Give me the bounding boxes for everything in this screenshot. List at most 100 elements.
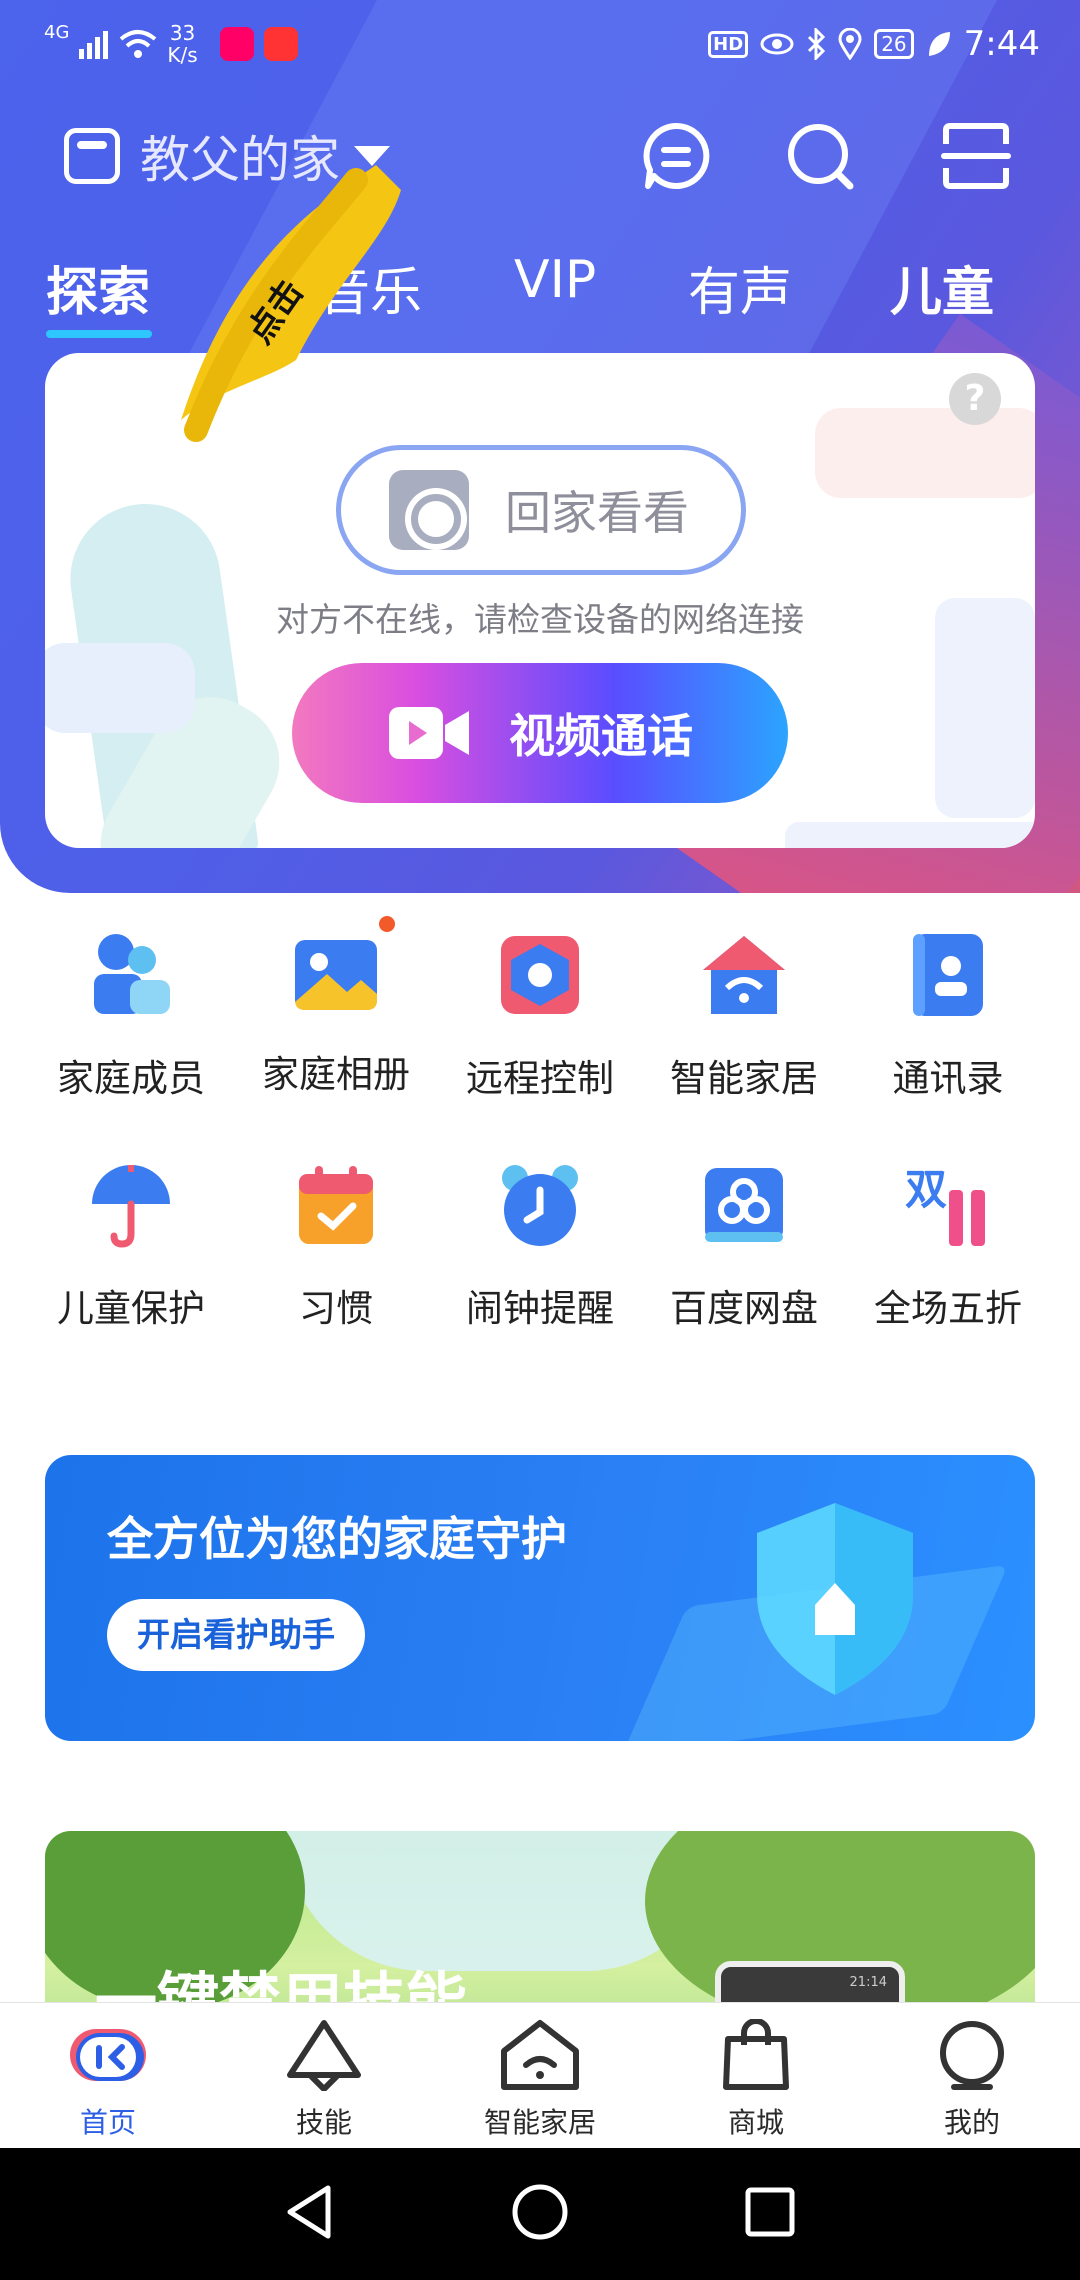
grid-item-remote-control[interactable]: 远程控制	[440, 930, 640, 1102]
net-speed-value: 33	[169, 21, 196, 45]
chat-bubble-decoration-right	[815, 408, 1035, 498]
grid-label: 远程控制	[466, 1057, 614, 1100]
grid-label: 家庭相册	[262, 1053, 410, 1096]
shield-icon	[757, 1503, 913, 1695]
camera-icon	[389, 470, 469, 550]
family-members-icon	[94, 934, 170, 1014]
search-icon[interactable]	[784, 120, 856, 192]
home-button-icon[interactable]	[510, 2182, 570, 2242]
enable-guard-button[interactable]: 开启看护助手	[107, 1599, 365, 1671]
bottom-nav: 首页 技能 智能家居 商城 我的	[0, 2002, 1080, 2148]
system-nav-bar	[0, 2148, 1080, 2280]
new-badge	[379, 916, 395, 932]
nav-smart-home[interactable]: 智能家居	[450, 2019, 630, 2141]
grid-item-alarm[interactable]: 闹钟提醒	[440, 1160, 640, 1332]
go-home-label: 回家看看	[505, 486, 689, 540]
screen: { "status_bar": { "network": "4G", "spee…	[0, 0, 1080, 2280]
grid-label: 百度网盘	[670, 1287, 818, 1330]
scan-icon[interactable]	[940, 120, 1012, 192]
top-bar: 教父的家	[0, 120, 1080, 230]
grid-label: 通讯录	[892, 1057, 1004, 1100]
hd-icon: HD	[708, 30, 749, 58]
grid-label: 智能家居	[670, 1057, 818, 1100]
profile-icon	[940, 2021, 1004, 2090]
go-home-button[interactable]: 回家看看	[336, 445, 746, 575]
alarm-icon	[502, 1165, 578, 1246]
net-speed: 33 K/s	[167, 22, 197, 66]
bluetooth-icon	[808, 28, 826, 60]
recents-icon[interactable]	[740, 2182, 800, 2242]
category-tabs: 探索 音乐 VIP 有声 儿童	[0, 250, 1080, 340]
remote-control-icon	[501, 936, 579, 1014]
signal-icon	[79, 31, 109, 59]
status-left: 4G 33 K/s	[44, 22, 298, 66]
baidu-netdisk-icon	[705, 1168, 783, 1242]
active-tab-indicator	[46, 330, 152, 338]
chat-bubble-decoration	[45, 643, 195, 733]
habit-icon	[299, 1166, 373, 1244]
double-eleven-icon: 双	[905, 1165, 985, 1246]
help-icon[interactable]: ?	[949, 373, 1001, 425]
network-label: 4G	[44, 22, 70, 43]
smart-home-nav-icon	[501, 2020, 579, 2090]
nav-mine[interactable]: 我的	[882, 2019, 1062, 2141]
video-call-button[interactable]: 视频通话	[292, 663, 788, 803]
back-icon[interactable]	[280, 2182, 340, 2242]
grid-item-family-album[interactable]: 家庭相册	[236, 916, 436, 1098]
child-protection-icon	[92, 1165, 170, 1248]
status-bar: 4G 33 K/s HD 26 7:44	[0, 0, 1080, 90]
grid-item-smart-home[interactable]: 智能家居	[644, 930, 844, 1102]
floor-decoration	[785, 822, 1035, 848]
svg-text:双: 双	[905, 1165, 947, 1214]
device-icon	[64, 128, 120, 184]
grid-item-habit[interactable]: 习惯	[236, 1160, 436, 1332]
tab-explore[interactable]: 探索	[46, 250, 150, 325]
home-icon	[70, 2029, 146, 2081]
battery-level: 26	[881, 32, 907, 56]
video-call-label: 视频通话	[509, 709, 693, 763]
nav-label: 智能家居	[483, 2106, 596, 2139]
message-icon[interactable]	[640, 120, 712, 192]
nav-label: 首页	[79, 2106, 136, 2139]
family-album-icon	[295, 940, 377, 1010]
eye-icon	[760, 33, 794, 55]
nav-home[interactable]: 首页	[18, 2019, 198, 2141]
offline-message: 对方不在线，请检查设备的网络连接	[276, 600, 804, 639]
nav-skills[interactable]: 技能	[234, 2019, 414, 2141]
grid-label: 儿童保护	[57, 1287, 205, 1330]
clock: 7:44	[963, 24, 1040, 64]
location-icon	[838, 28, 862, 60]
guard-banner-title: 全方位为您的家庭守护	[107, 1512, 567, 1566]
nav-store[interactable]: 商城	[666, 2018, 846, 2141]
app-notification-icon-2	[263, 27, 298, 61]
grid-item-contacts[interactable]: 通讯录	[848, 930, 1048, 1102]
grid-item-double-eleven[interactable]: 双 全场五折	[848, 1160, 1048, 1332]
tablet-time: 21:14	[849, 1975, 887, 1990]
grid-item-family-members[interactable]: 家庭成员	[31, 930, 231, 1102]
battery-icon: 26	[874, 29, 914, 59]
tab-vip[interactable]: VIP	[514, 250, 596, 310]
shopping-bag-icon	[723, 2018, 789, 2090]
family-album-icon-wrap	[291, 916, 395, 1020]
grid-label: 习惯	[299, 1287, 373, 1330]
grid-item-baidu-netdisk[interactable]: 百度网盘	[644, 1160, 844, 1332]
contacts-icon	[913, 934, 983, 1016]
nav-label: 我的	[943, 2106, 1000, 2139]
grid-label: 家庭成员	[57, 1057, 205, 1100]
smart-home-icon	[703, 936, 785, 1014]
video-camera-icon	[389, 707, 469, 759]
tab-kids[interactable]: 儿童	[890, 250, 994, 325]
scribble-annotation: 点击	[181, 165, 401, 442]
status-right: HD 26 7:44	[708, 24, 1040, 64]
nav-label: 商城	[727, 2106, 784, 2139]
grid-item-child-protection[interactable]: 儿童保护	[31, 1160, 231, 1332]
leaf-icon	[928, 32, 950, 56]
app-notification-icon	[219, 27, 254, 61]
net-speed-unit: K/s	[167, 43, 198, 67]
wifi-icon	[120, 30, 157, 58]
nav-label: 技能	[295, 2106, 352, 2139]
guard-banner[interactable]: 全方位为您的家庭守护 开启看护助手	[45, 1455, 1035, 1741]
skills-icon	[287, 2020, 361, 2092]
grid-label: 闹钟提醒	[466, 1287, 614, 1330]
tab-audio[interactable]: 有声	[688, 250, 792, 325]
